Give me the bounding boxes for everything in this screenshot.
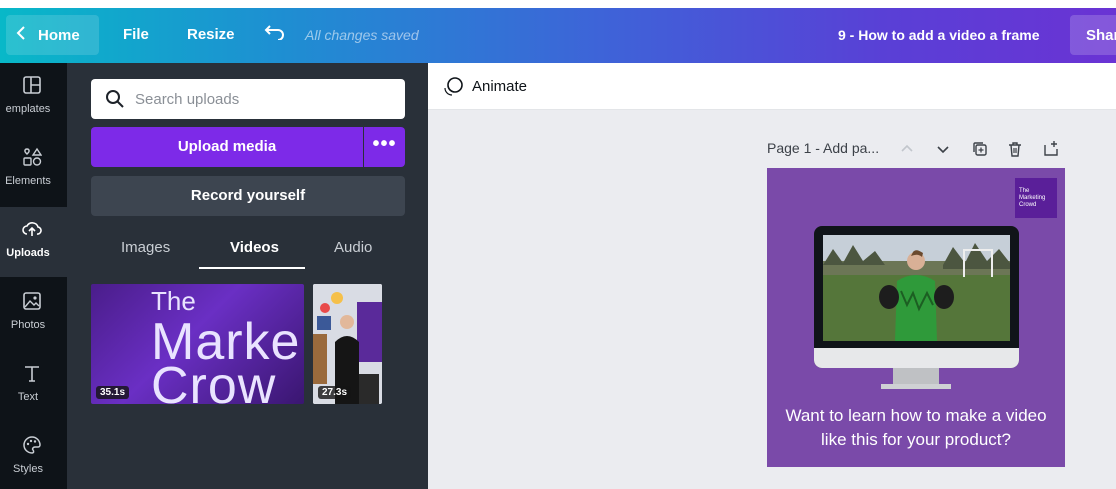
resize-menu[interactable]: Resize — [187, 26, 235, 43]
video-thumbnail[interactable]: The Marke Crow 35.1s — [91, 284, 304, 404]
video-frame[interactable] — [823, 235, 1010, 341]
file-menu[interactable]: File — [123, 26, 149, 43]
upload-media-button[interactable]: Upload media — [91, 127, 363, 167]
monitor-chin — [814, 348, 1019, 368]
search-input[interactable] — [135, 79, 395, 119]
rail-label: Text — [17, 391, 39, 403]
document-title[interactable]: 9 - How to add a video a frame — [838, 27, 1040, 43]
home-label: Home — [38, 26, 80, 44]
tab-images[interactable]: Images — [121, 239, 170, 256]
brand-logo: The Marketing Crowd — [1015, 178, 1057, 218]
search-icon — [105, 89, 125, 109]
uploads-panel: Upload media ••• Record yourself Images … — [67, 63, 428, 489]
upload-more-options-button[interactable]: ••• — [364, 127, 405, 167]
caption-line: Want to learn how to make a video — [785, 406, 1047, 425]
add-page-icon[interactable] — [1042, 140, 1060, 158]
rail-item-elements[interactable]: Elements — [0, 135, 67, 205]
thumbnail-text: Crow — [151, 357, 277, 404]
home-button[interactable]: Home — [6, 15, 99, 55]
page-title[interactable]: Page 1 - Add pa... — [767, 140, 879, 156]
active-tab-indicator — [199, 267, 305, 269]
monitor-frame[interactable] — [814, 226, 1019, 368]
palette-icon — [22, 435, 42, 455]
record-yourself-button[interactable]: Record yourself — [91, 176, 405, 216]
editor-toolbar: Animate — [428, 63, 1116, 110]
rail-item-styles[interactable]: Styles — [0, 423, 67, 489]
rail-item-text[interactable]: Text — [0, 351, 67, 421]
animate-icon[interactable] — [442, 76, 464, 98]
chevron-left-icon — [16, 26, 26, 44]
top-bar: Home File Resize All changes saved 9 - H… — [0, 8, 1116, 63]
share-label: Shar — [1086, 27, 1116, 44]
video-duration-badge: 27.3s — [318, 386, 352, 399]
tab-videos[interactable]: Videos — [230, 239, 279, 256]
video-thumbnail[interactable]: 27.3s — [313, 284, 382, 404]
tab-audio[interactable]: Audio — [334, 239, 372, 256]
rail-item-templates[interactable]: emplates — [0, 63, 67, 133]
video-duration-badge: 35.1s — [96, 386, 130, 399]
upload-cloud-icon — [22, 219, 42, 239]
rail-label: Elements — [5, 175, 51, 187]
trash-icon[interactable] — [1006, 140, 1024, 158]
side-rail: emplates Elements Uploads Photos Text St… — [0, 63, 67, 489]
share-button[interactable]: Shar — [1070, 15, 1116, 55]
undo-icon[interactable] — [264, 24, 286, 45]
search-box[interactable] — [91, 79, 405, 119]
chevron-up-icon[interactable] — [898, 140, 916, 158]
rail-label: Styles — [13, 463, 43, 475]
monitor-stand-base — [881, 384, 951, 389]
chevron-down-icon[interactable] — [934, 140, 952, 158]
templates-icon — [22, 75, 42, 95]
elements-icon — [22, 147, 43, 167]
rail-item-photos[interactable]: Photos — [0, 279, 67, 349]
design-page[interactable]: The Marketing Crowd Want to learn how to… — [767, 168, 1065, 467]
save-status: All changes saved — [305, 27, 419, 43]
caption-line: like this for your product? — [821, 430, 1011, 449]
photos-icon — [22, 291, 42, 311]
rail-label: Uploads — [6, 247, 50, 259]
video-still-image — [823, 235, 1010, 341]
rail-item-uploads[interactable]: Uploads — [0, 207, 67, 277]
text-icon — [22, 363, 42, 383]
rail-label: emplates — [5, 103, 51, 115]
rail-label: Photos — [10, 319, 46, 331]
page-caption[interactable]: Want to learn how to make a video like t… — [767, 404, 1065, 452]
duplicate-page-icon[interactable] — [971, 140, 989, 158]
animate-button[interactable]: Animate — [472, 78, 527, 95]
